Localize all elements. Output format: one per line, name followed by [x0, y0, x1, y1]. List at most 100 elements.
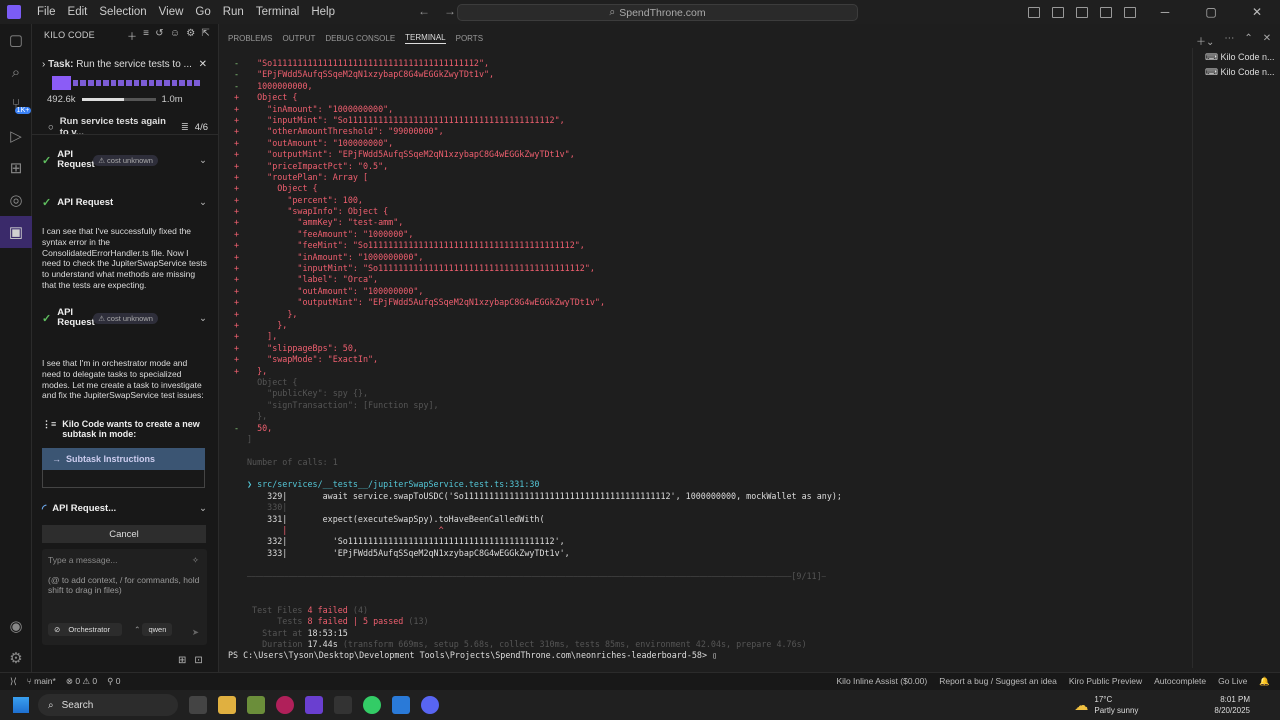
tab-debug-console[interactable]: DEBUG CONSOLE [325, 34, 395, 43]
maximize-icon[interactable]: ▢ [1188, 5, 1234, 19]
menu-item-view[interactable]: View [153, 6, 190, 18]
message-input[interactable]: Type a message... ✧ (@ to add context, /… [42, 549, 207, 645]
menu-item-edit[interactable]: Edit [62, 6, 94, 18]
opera-icon[interactable] [276, 696, 294, 714]
terminal-output[interactable]: - "So11111111111111111111111111111111111… [228, 58, 1190, 670]
send-icon[interactable]: ➤ [192, 627, 199, 638]
new-terminal-icon[interactable]: ＋⌄ [1196, 33, 1214, 48]
history-icon[interactable]: ↺ [155, 28, 164, 43]
vscode-icon[interactable] [392, 696, 410, 714]
account-icon[interactable]: ◉ [0, 610, 32, 642]
tab-ports[interactable]: PORTS [456, 34, 483, 43]
subtask-instructions-button[interactable]: → Subtask Instructions [42, 448, 205, 470]
close-panel-icon[interactable]: ✕ [1263, 33, 1271, 48]
toggle-sidebar-icon[interactable] [1052, 6, 1064, 18]
cancel-button[interactable]: Cancel [42, 525, 206, 543]
close-icon[interactable]: ✕ [1234, 5, 1280, 19]
menu-item-help[interactable]: Help [305, 6, 341, 18]
notifications-icon[interactable]: 🔔 [1259, 676, 1270, 687]
extensions-icon[interactable]: ⊞ [0, 152, 32, 184]
tab-output[interactable]: OUTPUT [282, 34, 315, 43]
branch-status[interactable]: ⑂ main* [27, 676, 56, 687]
weather-icon[interactable]: ☁ [1074, 697, 1088, 714]
popout-icon[interactable]: ⇱ [201, 28, 210, 43]
file-explorer-icon[interactable] [218, 696, 236, 714]
kilo-code-icon[interactable]: ▣ [0, 216, 32, 248]
ports-status[interactable]: ⚲ 0 [107, 676, 120, 687]
clock[interactable]: 8:01 PM 8/20/2025 [1214, 694, 1250, 716]
chevron-down-icon[interactable]: ⌄ [199, 197, 207, 208]
explorer-icon[interactable]: ▢ [0, 24, 32, 56]
menu-item-file[interactable]: File [31, 6, 62, 18]
mode-selector[interactable]: ⊘ Orchestrator [48, 623, 123, 636]
plus-icon[interactable]: ＋ [127, 28, 137, 43]
close-task-icon[interactable]: ✕ [199, 59, 207, 70]
model-selector[interactable]: ⌃ qwen [128, 623, 178, 636]
account-icon[interactable]: ☺ [170, 28, 180, 43]
weather[interactable]: 17°C Partly sunny [1094, 694, 1138, 716]
source-control-icon[interactable]: ⑂ 1K+ [0, 88, 32, 120]
task-header[interactable]: › Task: Run the service tests to ... ✕ [42, 59, 207, 70]
terminal-line: + "inputMint": "So1111111111111111111111… [234, 263, 595, 274]
report-bug[interactable]: Report a bug / Suggest an idea [939, 676, 1057, 687]
assistant-message: I can see that I've successfully fixed t… [42, 226, 207, 290]
code-icon[interactable]: ⊡ [194, 655, 202, 666]
cost-badge: ⚠ cost unknown [93, 312, 158, 324]
terminal-list-item[interactable]: ⌨ Kilo Code n... [1193, 63, 1280, 78]
chat-icon[interactable] [1124, 6, 1136, 18]
menu-item-run[interactable]: Run [217, 6, 250, 18]
app-icon[interactable] [305, 696, 323, 714]
terminal-line: + "routePlan": Array [ [234, 171, 369, 182]
chevron-down-icon[interactable]: ⌄ [199, 155, 207, 166]
terminal-list-item[interactable]: ⌨ Kilo Code n... [1193, 48, 1280, 63]
chevron-down-icon[interactable]: ⌄ [199, 503, 207, 514]
kiro-preview[interactable]: Kiro Public Preview [1069, 676, 1142, 687]
app-icon[interactable] [334, 696, 352, 714]
command-center[interactable]: ⌕ SpendThrone.com [457, 4, 858, 21]
terminal-line: ] [247, 433, 253, 444]
menu-item-selection[interactable]: Selection [93, 6, 152, 18]
layout-icon[interactable] [1028, 6, 1040, 18]
remote-icon[interactable]: ◎ [0, 184, 32, 216]
menu-item-go[interactable]: Go [189, 6, 216, 18]
api-request-label: API Request [57, 197, 114, 208]
toggle-panel-icon[interactable] [1076, 6, 1088, 18]
app-icon[interactable] [247, 696, 265, 714]
api-request-row[interactable]: ◜ API Request... ⌄ [42, 502, 207, 515]
remote-indicator-icon[interactable]: ⟩⟨ [10, 676, 17, 687]
minimize-icon[interactable]: ─ [1142, 5, 1188, 19]
run-debug-icon[interactable]: ▷ [0, 120, 32, 152]
sidebar-header: KILO CODE ＋ ≡ ↺ ☺ ⚙ ⇱ [32, 24, 218, 46]
autocomplete-status[interactable]: Autocomplete [1154, 676, 1206, 687]
command-center-label: SpendThrone.com [619, 6, 706, 19]
chevron-down-icon[interactable]: ⌄ [199, 313, 207, 324]
terminal-line: + "outAmount": "100000000", [234, 137, 394, 148]
windows-start-icon[interactable] [13, 697, 29, 713]
terminal-line: + "inAmount": "1000000000", [234, 251, 424, 262]
list-icon[interactable]: ≡ [143, 28, 149, 43]
settings-icon[interactable]: ⚙ [186, 28, 195, 43]
back-arrow-icon[interactable]: ← [418, 4, 430, 18]
mcp-icon[interactable]: ⊞ [178, 655, 186, 666]
discord-icon[interactable] [421, 696, 439, 714]
settings-gear-icon[interactable]: ⚙ [0, 642, 32, 674]
toggle-secondary-sidebar-icon[interactable] [1100, 6, 1112, 18]
forward-arrow-icon[interactable]: → [444, 4, 456, 18]
problems-status[interactable]: ⊗ 0 ⚠ 0 [66, 676, 97, 687]
terminal-prompt[interactable]: PS C:\Users\Tyson\Desktop\Development To… [228, 650, 1190, 661]
go-live[interactable]: Go Live [1218, 676, 1247, 687]
chrome-icon[interactable] [363, 696, 381, 714]
tab-problems[interactable]: PROBLEMS [228, 34, 272, 43]
menu-item-terminal[interactable]: Terminal [250, 6, 305, 18]
search-icon[interactable]: ⌕ [0, 56, 32, 88]
enhance-prompt-icon[interactable]: ✧ [192, 555, 199, 566]
tab-terminal[interactable]: TERMINAL [405, 33, 446, 44]
api-request-row[interactable]: ✓ API Request ⚠ cost unknown ⌄ [42, 308, 207, 328]
api-request-row[interactable]: ✓ API Request ⚠ cost unknown ⌄ [42, 150, 207, 170]
kilo-inline-assist[interactable]: Kilo Inline Assist ($0.00) [837, 676, 928, 687]
chevron-up-icon[interactable]: ⌃ [1244, 33, 1252, 48]
task-view-icon[interactable] [189, 696, 207, 714]
taskbar-search[interactable]: ⌕ Search [38, 694, 178, 716]
api-request-row[interactable]: ✓ API Request ⌄ [42, 196, 207, 209]
more-icon[interactable]: ⋯ [1224, 33, 1234, 48]
